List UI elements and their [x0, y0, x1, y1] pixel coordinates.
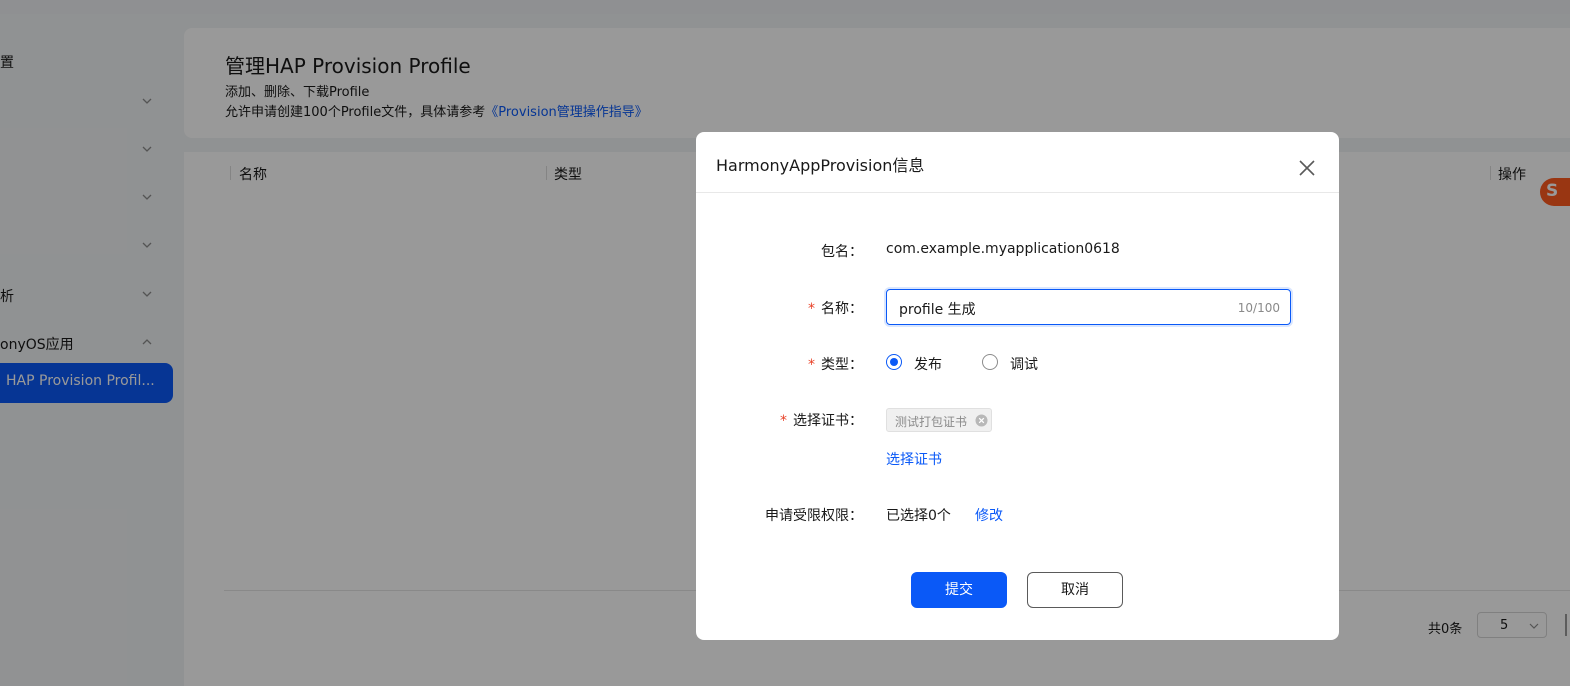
name-label-text: 名称： [821, 301, 863, 317]
close-icon[interactable] [1298, 159, 1316, 177]
required-mark: * [780, 413, 787, 429]
type-label: * 类型： [808, 354, 863, 374]
name-char-count: 10/100 [1237, 301, 1280, 315]
required-mark: * [808, 357, 815, 373]
name-input-value: profile 生成 [899, 302, 976, 318]
submit-button[interactable]: 提交 [911, 572, 1007, 608]
permission-label: 申请受限权限： [765, 508, 863, 524]
select-cert-link[interactable]: 选择证书 [886, 449, 942, 469]
type-radio-release[interactable] [886, 354, 902, 370]
dialog-title: HarmonyAppProvision信息 [716, 156, 925, 175]
dialog-divider [696, 192, 1339, 193]
selected-cert-tag: 测试打包证书 [886, 408, 992, 432]
package-value: com.example.myapplication0618 [886, 241, 1120, 257]
package-label: 包名： [821, 244, 863, 260]
type-option-debug-label[interactable]: 调试 [1010, 354, 1038, 374]
name-label: * 名称： [808, 298, 863, 318]
type-radio-debug[interactable] [982, 354, 998, 370]
remove-tag-icon[interactable] [975, 414, 988, 427]
provision-info-dialog: HarmonyAppProvision信息 包名： com.example.my… [696, 132, 1339, 640]
required-mark: * [808, 301, 815, 317]
cert-label-text: 选择证书： [793, 413, 863, 429]
modify-permission-link[interactable]: 修改 [975, 505, 1003, 525]
cert-label: * 选择证书： [780, 410, 863, 430]
cancel-button[interactable]: 取消 [1027, 572, 1123, 608]
name-input[interactable]: profile 生成 10/100 [886, 289, 1291, 325]
cert-tag-label: 测试打包证书 [895, 415, 968, 429]
type-label-text: 类型： [821, 357, 863, 373]
permission-value: 已选择0个 [886, 508, 951, 524]
type-option-release-label[interactable]: 发布 [914, 354, 942, 374]
